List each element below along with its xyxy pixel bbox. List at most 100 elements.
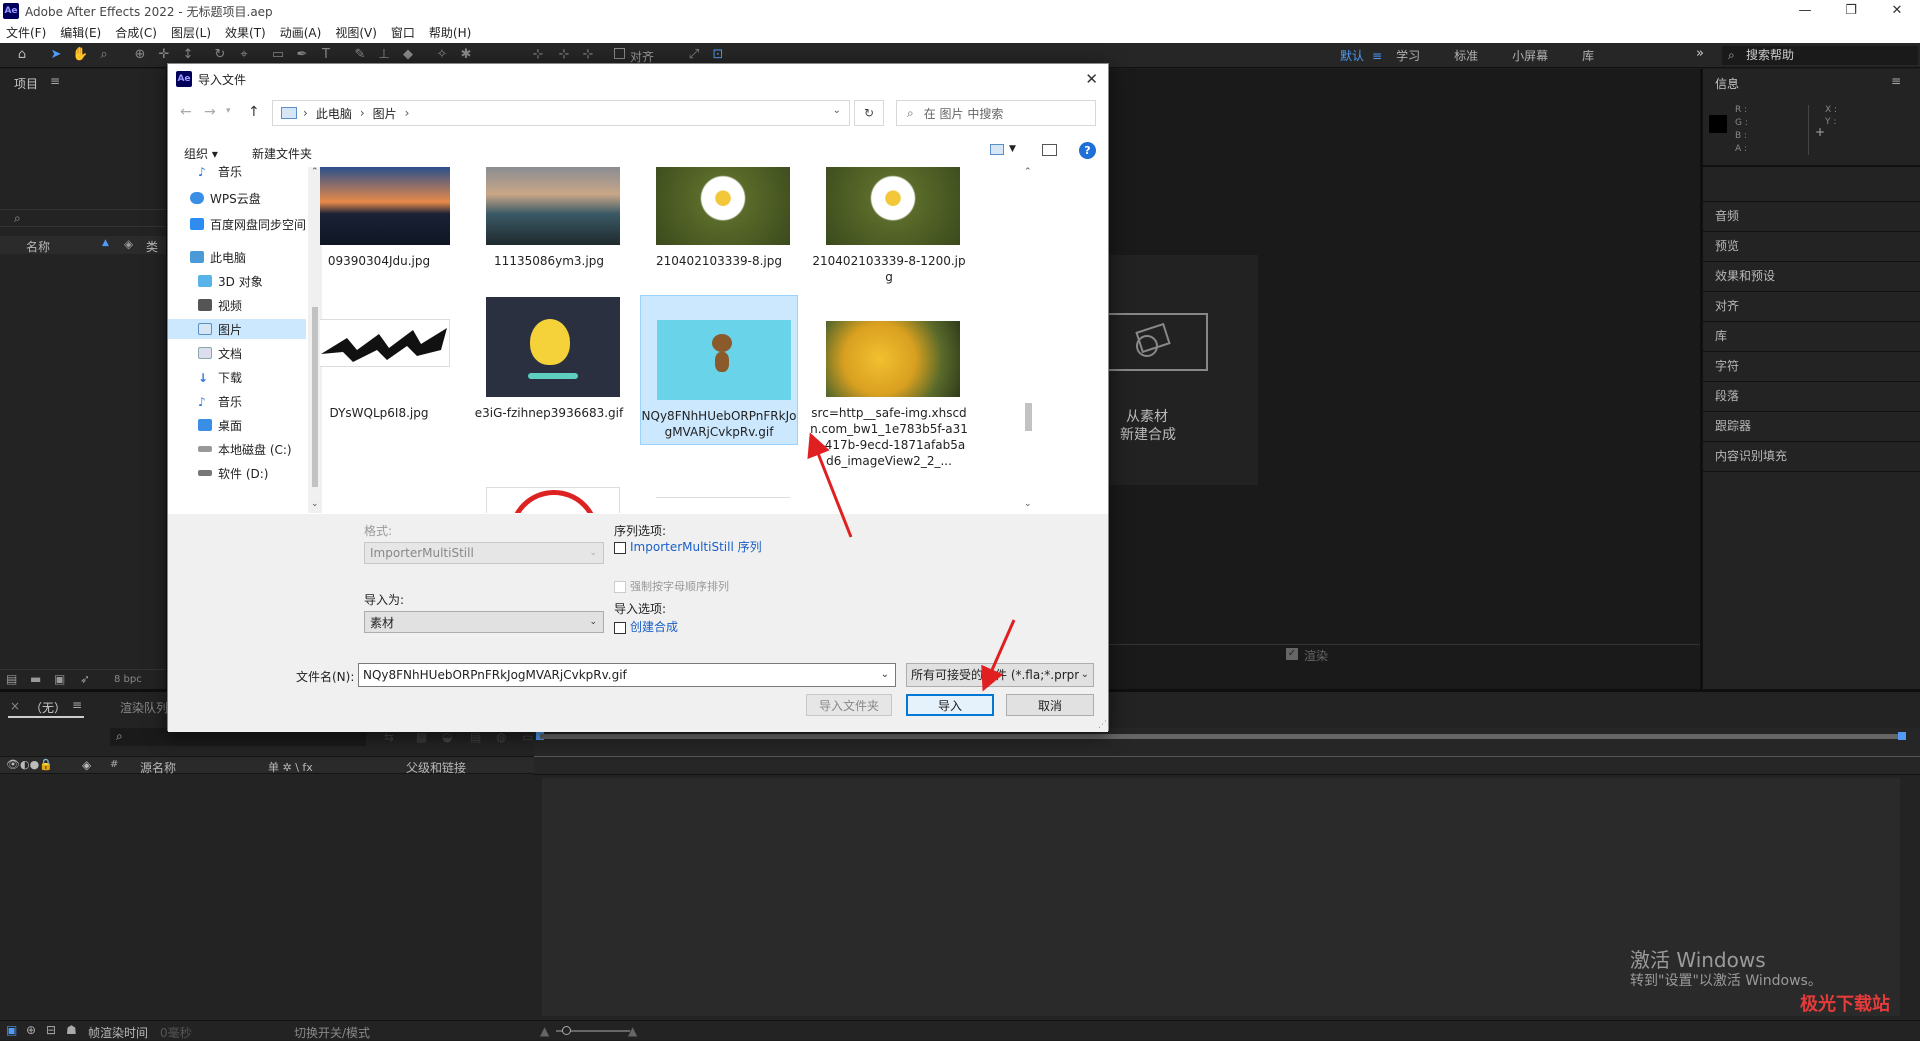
workspace-menu-icon[interactable]: ≡ bbox=[1372, 49, 1382, 63]
orbit-tool-icon[interactable]: ⊕ bbox=[132, 47, 148, 63]
sequence-checkbox-row[interactable]: ImporterMultiStill 序列 bbox=[614, 538, 762, 555]
breadcrumb-this-pc[interactable]: 此电脑 bbox=[316, 105, 352, 122]
column-source-name[interactable]: 源名称 bbox=[140, 759, 176, 776]
transfer-controls-icon[interactable]: ⊟ bbox=[46, 1023, 56, 1037]
back-arrow-icon[interactable]: ← bbox=[180, 104, 192, 120]
menu-composition[interactable]: 合成(C) bbox=[115, 24, 157, 41]
file-tile-2[interactable]: 11135086ym3.jpg bbox=[470, 167, 628, 277]
resize-grip-icon[interactable]: ⋰ bbox=[1098, 720, 1107, 730]
file-tile-10[interactable] bbox=[640, 497, 798, 513]
snap-checkbox[interactable] bbox=[614, 48, 625, 59]
render-toggle-icon[interactable]: ▣ bbox=[6, 1023, 17, 1037]
organize-button[interactable]: 组织 ▾ bbox=[184, 145, 218, 162]
more-workspaces-icon[interactable]: » bbox=[1696, 46, 1704, 61]
scroll-down-icon[interactable]: ⌄ bbox=[311, 499, 319, 509]
axis-view-icon[interactable]: ⊹ bbox=[580, 47, 596, 63]
panel-preview[interactable]: 预览 bbox=[1715, 237, 1739, 254]
clone-tool-icon[interactable]: ⊥ bbox=[376, 47, 392, 63]
work-area-end-handle[interactable] bbox=[1898, 732, 1906, 740]
address-dropdown-icon[interactable]: ⌄ bbox=[833, 105, 841, 116]
nav-item-music[interactable]: ♪ 音乐 bbox=[198, 391, 242, 411]
expand-icon[interactable]: ⊕ bbox=[26, 1023, 36, 1037]
file-tile-5[interactable]: DYsWQLp6I8.jpg bbox=[320, 297, 458, 427]
menu-help[interactable]: 帮助(H) bbox=[429, 24, 471, 41]
folder-search-input[interactable]: ⌕ 在 图片 中搜索 bbox=[896, 100, 1096, 126]
nav-item-videos[interactable]: 视频 bbox=[198, 295, 242, 315]
new-comp-from-footage-icon[interactable] bbox=[1108, 313, 1208, 371]
filename-input[interactable]: NQy8FNhHUebORPnFRkJogMVARjCvkpRv.gif ⌄ bbox=[358, 663, 896, 687]
panel-content-aware-fill[interactable]: 内容识别填充 bbox=[1715, 447, 1787, 464]
minimize-button[interactable]: — bbox=[1782, 0, 1828, 22]
rotate-tool-icon[interactable]: ↻ bbox=[212, 47, 228, 63]
menu-view[interactable]: 视图(V) bbox=[335, 24, 377, 41]
interpret-footage-icon[interactable]: ▤ bbox=[6, 672, 17, 686]
breadcrumb-chevron-icon[interactable]: › bbox=[405, 106, 410, 120]
frame-blending-icon[interactable]: ▤ bbox=[470, 730, 481, 744]
zoom-slider-handle[interactable] bbox=[562, 1026, 571, 1035]
menu-edit[interactable]: 编辑(E) bbox=[60, 24, 101, 41]
create-comp-checkbox[interactable] bbox=[614, 621, 626, 634]
help-icon[interactable]: ? bbox=[1079, 142, 1096, 159]
import-button[interactable]: 导入 bbox=[906, 694, 994, 716]
search-help-input[interactable]: ⌕ 搜索帮助 bbox=[1722, 46, 1918, 65]
nav-item-3d-objects[interactable]: 3D 对象 bbox=[198, 271, 263, 291]
nav-item-drive-d[interactable]: 软件 (D:) bbox=[198, 463, 268, 483]
workspace-learn[interactable]: 学习 bbox=[1396, 47, 1420, 64]
file-tile-7-selected[interactable]: NQy8FNhHUebORPnFRkJogMVARjCvkpRv.gif bbox=[640, 295, 798, 445]
shape-tool-icon[interactable]: ▭ bbox=[270, 47, 286, 63]
dolly-tool-icon[interactable]: ↕ bbox=[180, 47, 196, 63]
hand-tool-icon[interactable]: ✋ bbox=[72, 47, 88, 63]
view-mode-dropdown-icon[interactable]: ▼ bbox=[1009, 144, 1016, 154]
forward-arrow-icon[interactable]: → bbox=[204, 104, 216, 120]
scroll-up-icon[interactable]: ⌃ bbox=[311, 167, 319, 177]
settings-icon[interactable]: ➶ bbox=[80, 672, 90, 686]
nav-item-pictures[interactable]: 图片 bbox=[168, 319, 306, 339]
roto-tool-icon[interactable]: ✧ bbox=[434, 47, 450, 63]
breadcrumb-chevron-icon[interactable]: › bbox=[303, 106, 308, 120]
comp-mini-flowchart-icon[interactable]: ⇆ bbox=[384, 730, 394, 744]
menu-effect[interactable]: 效果(T) bbox=[225, 24, 266, 41]
file-tile-4[interactable]: 210402103339-8-1200.jpg bbox=[810, 167, 968, 287]
cancel-button[interactable]: 取消 bbox=[1006, 694, 1094, 716]
workspace-small-screen[interactable]: 小屏幕 bbox=[1512, 47, 1548, 64]
menu-window[interactable]: 窗口 bbox=[391, 24, 415, 41]
panel-menu-icon[interactable]: ≡ bbox=[50, 74, 60, 88]
time-ruler[interactable] bbox=[534, 728, 1920, 774]
selection-tool-icon[interactable]: ➤ bbox=[48, 47, 64, 63]
draft-3d-icon[interactable]: ▩ bbox=[416, 730, 427, 744]
work-area-bar[interactable] bbox=[540, 734, 1902, 739]
menu-animation[interactable]: 动画(A) bbox=[280, 24, 322, 41]
preview-pane-icon[interactable] bbox=[1042, 144, 1057, 156]
nav-scroll-thumb[interactable] bbox=[312, 307, 318, 487]
bpc-label[interactable]: 8 bpc bbox=[114, 674, 142, 685]
file-scrollbar[interactable]: ⌃ ⌄ bbox=[1020, 167, 1036, 513]
panel-tracker[interactable]: 跟踪器 bbox=[1715, 417, 1751, 434]
create-comp-row[interactable]: 创建合成 bbox=[614, 618, 678, 635]
graph-editor-icon[interactable]: ▭ bbox=[522, 730, 533, 744]
workspace-default[interactable]: 默认 bbox=[1340, 47, 1364, 64]
close-button[interactable]: ✕ bbox=[1874, 0, 1920, 22]
panel-menu-icon[interactable]: ≡ bbox=[72, 698, 82, 712]
anchor-tool-icon[interactable]: ⌖ bbox=[236, 47, 252, 63]
import-as-select[interactable]: 素材 ⌄ bbox=[364, 611, 604, 633]
panel-menu-icon[interactable]: ≡ bbox=[1891, 74, 1901, 88]
nav-item-baidu-sync[interactable]: 百度网盘同步空间 bbox=[190, 214, 306, 234]
nav-item-wps-cloud[interactable]: WPS云盘 bbox=[190, 188, 261, 208]
panel-align[interactable]: 对齐 bbox=[1715, 297, 1739, 314]
home-icon[interactable]: ⌂ bbox=[14, 47, 30, 63]
puppet-tool-icon[interactable]: ✱ bbox=[458, 47, 474, 63]
column-name[interactable]: 名称 bbox=[26, 238, 50, 255]
render-checkbox[interactable]: ✓ bbox=[1286, 648, 1298, 660]
snap-target-icon[interactable]: ⊡ bbox=[710, 47, 726, 63]
file-tile-3[interactable]: 210402103339-8.jpg bbox=[640, 167, 798, 277]
file-tile-6[interactable]: e3iG-fzihnep3936683.gif bbox=[470, 297, 628, 427]
render-time-icon[interactable]: ☗ bbox=[66, 1023, 77, 1037]
panel-effects-presets[interactable]: 效果和预设 bbox=[1715, 267, 1775, 284]
file-tile-1[interactable]: 09390304Jdu.jpg bbox=[320, 167, 458, 277]
motion-blur-icon[interactable]: ◍ bbox=[496, 730, 506, 744]
view-mode-icon[interactable] bbox=[990, 144, 1004, 155]
breadcrumb-chevron-icon[interactable]: › bbox=[360, 106, 365, 120]
menu-layer[interactable]: 图层(L) bbox=[171, 24, 211, 41]
nav-item-this-pc[interactable]: 此电脑 bbox=[190, 247, 246, 267]
maximize-button[interactable]: ❐ bbox=[1828, 0, 1874, 22]
